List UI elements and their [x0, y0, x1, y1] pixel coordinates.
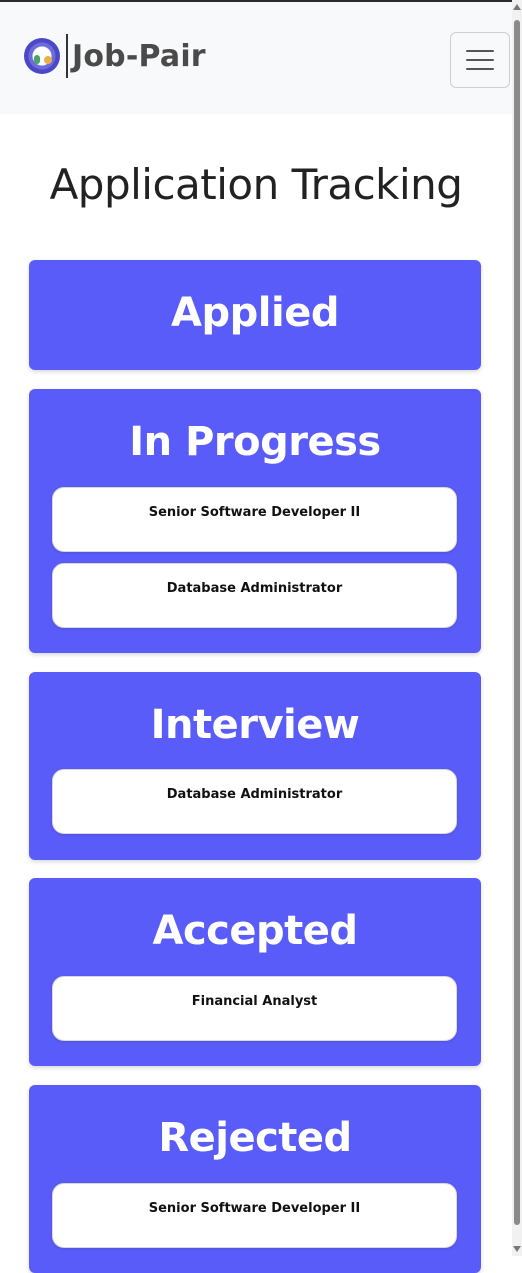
status-column-applied: Applied	[29, 260, 481, 370]
page-title: Application Tracking	[49, 160, 463, 209]
scroll-up-icon[interactable]	[513, 4, 521, 10]
job-card[interactable]: Senior Software Developer II	[52, 487, 457, 552]
job-card[interactable]: Database Administrator	[52, 769, 457, 834]
status-heading: In Progress	[129, 419, 381, 465]
status-heading: Interview	[150, 702, 360, 748]
status-column-in-progress: In Progress Senior Software Developer II…	[29, 389, 481, 653]
hamburger-menu-icon	[466, 50, 494, 52]
navbar-toggle-button[interactable]	[450, 32, 510, 88]
job-card[interactable]: Financial Analyst	[52, 976, 457, 1041]
brand-divider	[66, 34, 68, 78]
brand-name: Job-Pair	[72, 38, 206, 74]
status-column-accepted: Accepted Financial Analyst	[29, 878, 481, 1066]
job-card[interactable]: Database Administrator	[52, 563, 457, 628]
brand-link[interactable]: Job-Pair	[24, 32, 206, 80]
navbar: Job-Pair	[0, 0, 512, 114]
job-card[interactable]: Senior Software Developer II	[52, 1183, 457, 1248]
job-title: Senior Software Developer II	[148, 505, 361, 520]
job-title: Database Administrator	[166, 581, 343, 596]
status-column-interview: Interview Database Administrator	[29, 672, 481, 860]
scroll-down-icon[interactable]	[513, 1246, 521, 1252]
scrollbar-thumb[interactable]	[514, 20, 520, 1225]
job-pair-logo-icon	[24, 38, 60, 74]
job-title: Database Administrator	[166, 787, 343, 802]
status-heading: Rejected	[158, 1115, 352, 1161]
job-title: Senior Software Developer II	[148, 1201, 361, 1216]
status-heading: Applied	[171, 290, 339, 336]
status-column-rejected: Rejected Senior Software Developer II	[29, 1085, 481, 1273]
page-scrollbar[interactable]	[512, 0, 522, 1256]
job-title: Financial Analyst	[191, 994, 318, 1009]
status-heading: Accepted	[152, 908, 358, 954]
